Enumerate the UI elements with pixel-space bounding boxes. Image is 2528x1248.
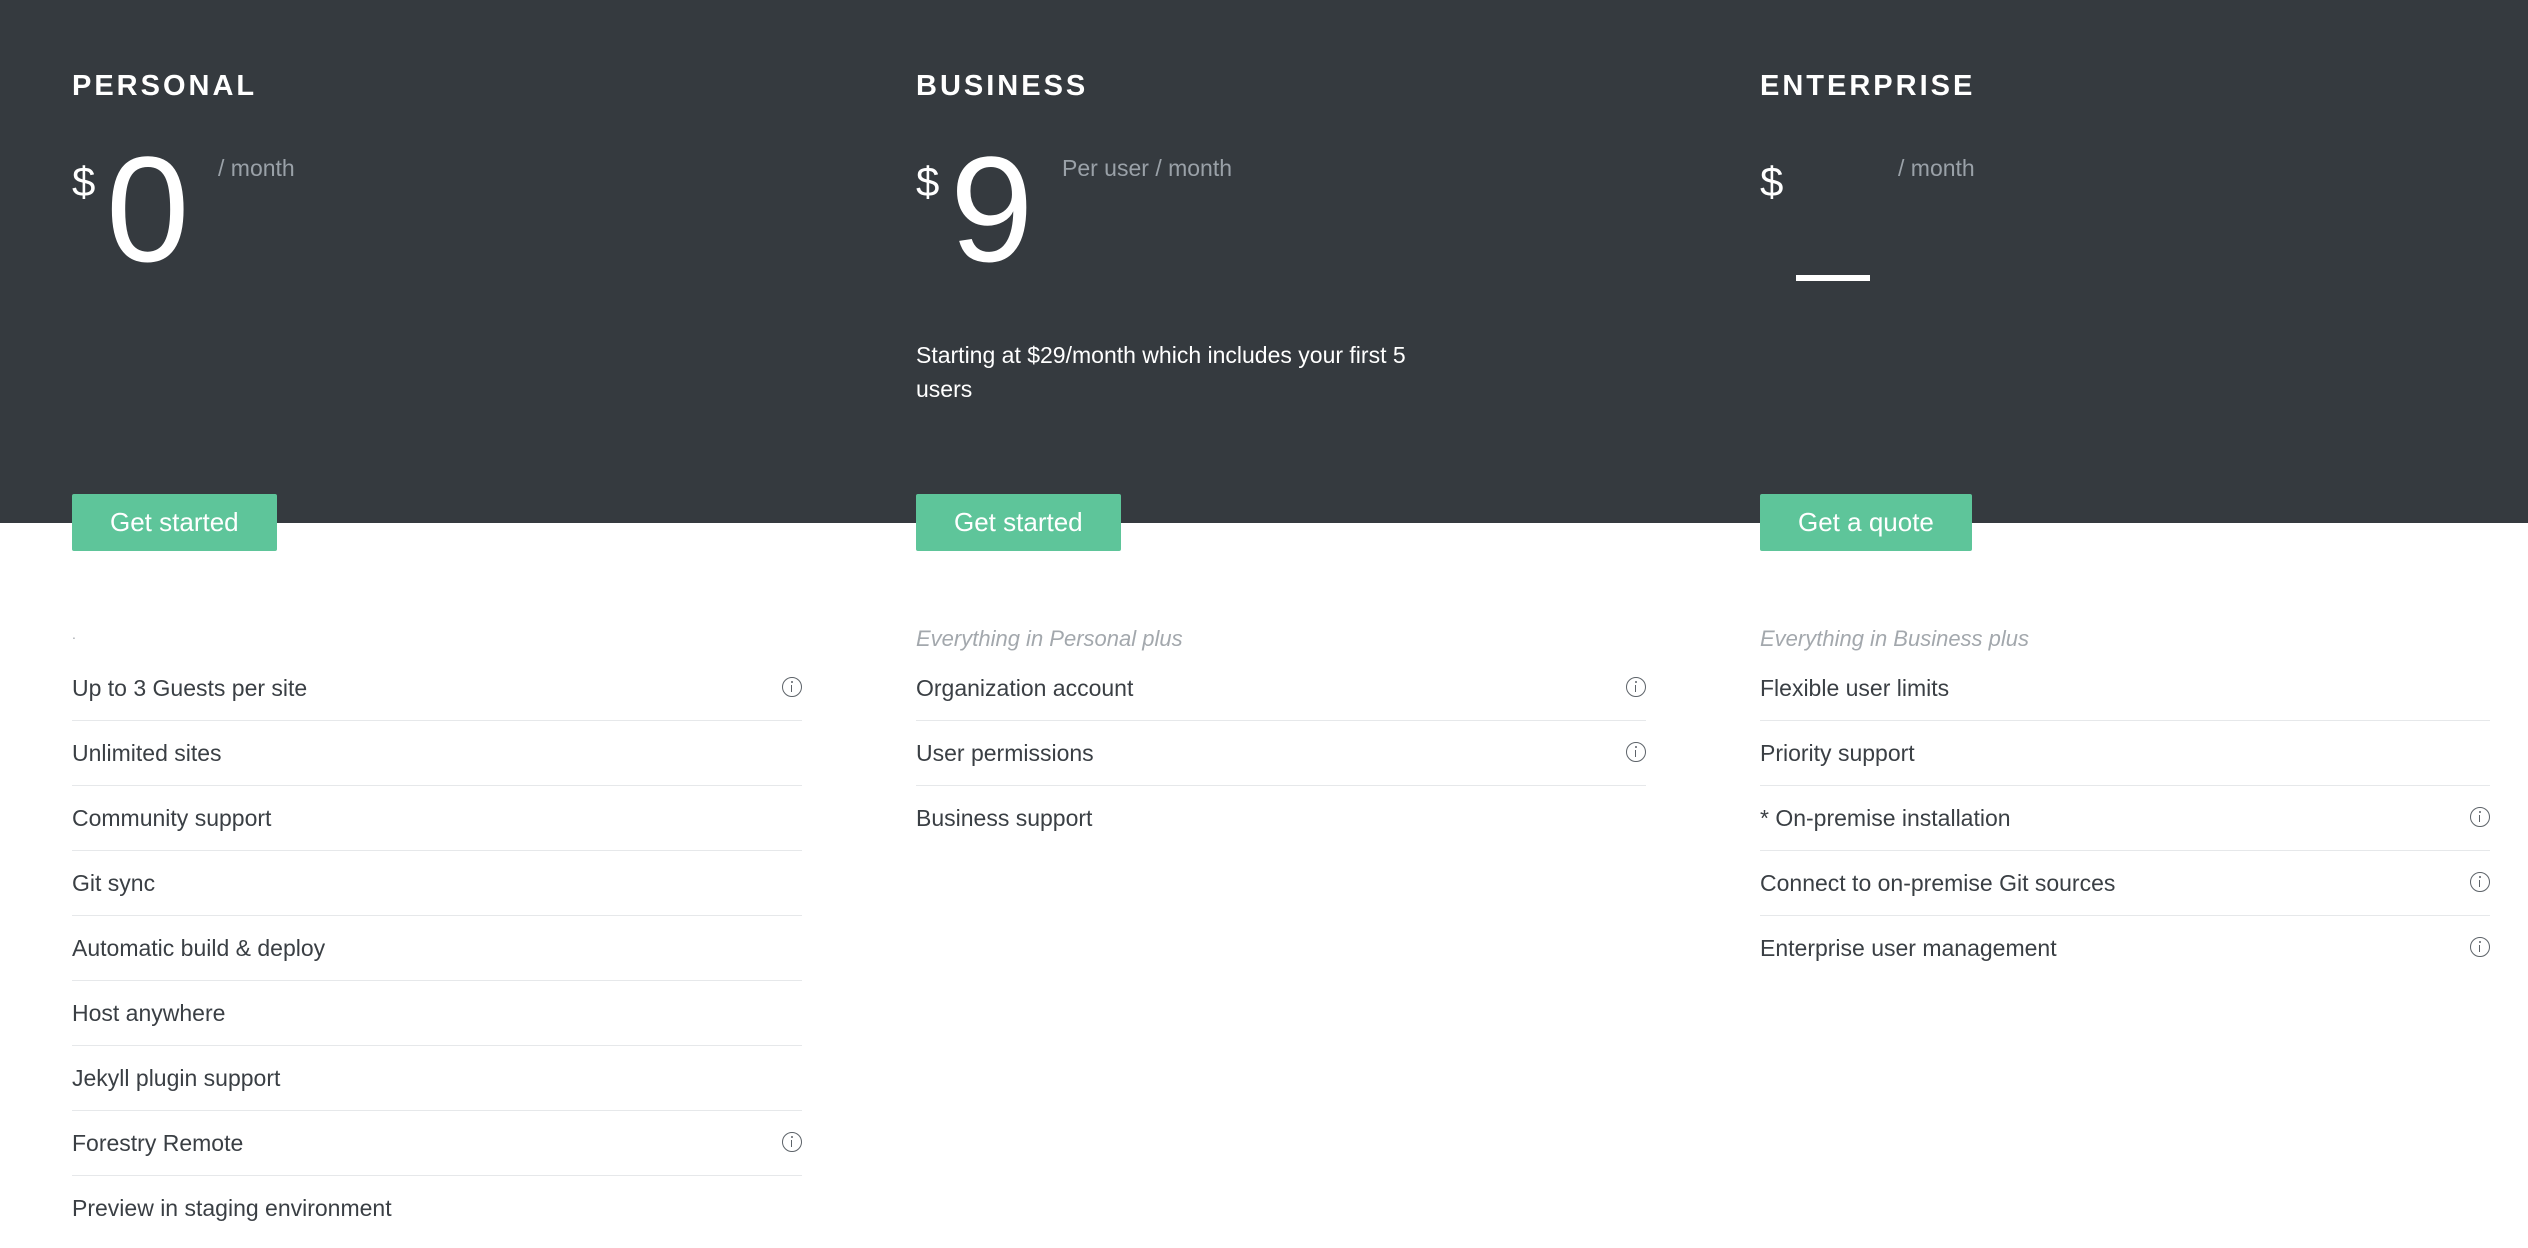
get-a-quote-button[interactable]: Get a quote <box>1760 494 1972 551</box>
feature-item: Community support <box>72 786 802 851</box>
feature-label: Up to 3 Guests per site <box>72 675 308 701</box>
pricing-plans: PERSONAL $ 0 / month Get started . Up to… <box>0 0 2528 1248</box>
feature-label: Flexible user limits <box>1760 675 1950 701</box>
feature-list: Flexible user limits Priority support * … <box>1760 656 2490 980</box>
info-icon[interactable] <box>1626 742 1646 762</box>
feature-item: Host anywhere <box>72 981 802 1046</box>
plan-name: PERSONAL <box>72 70 258 102</box>
feature-item: Organization account <box>916 656 1646 721</box>
feature-item: * On-premise installation <box>1760 786 2490 851</box>
feature-label: Priority support <box>1760 740 1915 766</box>
info-icon[interactable] <box>2470 872 2490 892</box>
feature-label: Organization account <box>916 675 1134 701</box>
feature-item: Enterprise user management <box>1760 916 2490 980</box>
feature-label: Git sync <box>72 870 156 896</box>
price-currency: $ <box>72 158 96 205</box>
info-icon[interactable] <box>782 1132 802 1152</box>
feature-item: Business support <box>916 786 1646 850</box>
feature-list: Organization account User permissions Bu… <box>916 656 1646 850</box>
feature-item: Priority support <box>1760 721 2490 786</box>
feature-item: Git sync <box>72 851 802 916</box>
pricing-note: Starting at $29/month which includes you… <box>916 342 1406 402</box>
plan-personal: PERSONAL $ 0 / month Get started . Up to… <box>72 0 802 1248</box>
feature-label: Connect to on-premise Git sources <box>1760 870 2116 896</box>
feature-item: Automatic build & deploy <box>72 916 802 981</box>
feature-label: * On-premise installation <box>1760 805 2011 831</box>
price-period: / month <box>218 155 295 181</box>
price-currency: $ <box>1760 158 1784 205</box>
price-dash <box>1796 275 1870 281</box>
price-period: Per user / month <box>1062 155 1233 181</box>
plan-name: BUSINESS <box>916 70 1089 102</box>
info-icon[interactable] <box>782 677 802 697</box>
feature-item: Unlimited sites <box>72 721 802 786</box>
feature-item: Up to 3 Guests per site <box>72 656 802 721</box>
feature-label: User permissions <box>916 740 1094 766</box>
get-started-button[interactable]: Get started <box>916 494 1121 551</box>
feature-item: Forestry Remote <box>72 1111 802 1176</box>
price-amount: 9 <box>950 125 1034 293</box>
info-icon[interactable] <box>2470 937 2490 957</box>
feature-label: Jekyll plugin support <box>72 1065 281 1091</box>
feature-label: Forestry Remote <box>72 1130 244 1156</box>
get-started-button[interactable]: Get started <box>72 494 277 551</box>
features-intro: . <box>72 626 76 642</box>
feature-label: Unlimited sites <box>72 740 222 766</box>
plan-business: BUSINESS $ 9 Per user / month Starting a… <box>916 0 1646 1248</box>
price-amount: 0 <box>106 125 190 293</box>
price-currency: $ <box>916 158 940 205</box>
info-icon[interactable] <box>1626 677 1646 697</box>
plan-enterprise: ENTERPRISE $ / month Get a quote Everyth… <box>1760 0 2490 1248</box>
feature-item: User permissions <box>916 721 1646 786</box>
feature-label: Enterprise user management <box>1760 935 2057 961</box>
feature-item: Jekyll plugin support <box>72 1046 802 1111</box>
feature-label: Host anywhere <box>72 1000 226 1026</box>
feature-label: Community support <box>72 805 272 831</box>
features-intro: Everything in Personal plus <box>916 626 1183 651</box>
price-period: / month <box>1898 155 1975 181</box>
feature-list: Up to 3 Guests per site Unlimited sites … <box>72 656 802 1240</box>
feature-item: Preview in staging environment <box>72 1176 802 1240</box>
feature-item: Flexible user limits <box>1760 656 2490 721</box>
feature-label: Automatic build & deploy <box>72 935 326 961</box>
plan-name: ENTERPRISE <box>1760 70 1976 102</box>
feature-item: Connect to on-premise Git sources <box>1760 851 2490 916</box>
feature-label: Preview in staging environment <box>72 1195 392 1221</box>
info-icon[interactable] <box>2470 807 2490 827</box>
feature-label: Business support <box>916 805 1093 831</box>
features-intro: Everything in Business plus <box>1760 626 2030 651</box>
